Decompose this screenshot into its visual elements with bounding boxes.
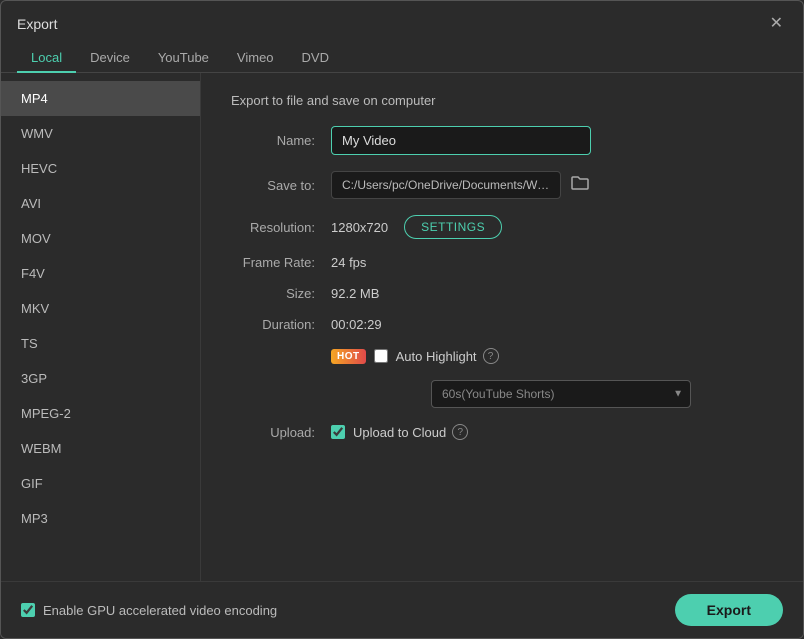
- sidebar-item-mkv[interactable]: MKV: [1, 291, 200, 326]
- duration-label: Duration:: [231, 317, 331, 332]
- tab-dvd[interactable]: DVD: [288, 44, 343, 73]
- size-label: Size:: [231, 286, 331, 301]
- tab-bar: Local Device YouTube Vimeo DVD: [1, 37, 803, 73]
- resolution-row: Resolution: 1280x720 SETTINGS: [231, 215, 773, 239]
- name-input[interactable]: [331, 126, 591, 155]
- dialog-title: Export: [17, 16, 57, 32]
- shorts-duration-select[interactable]: 60s(YouTube Shorts) 30s 15s: [431, 380, 691, 408]
- auto-highlight-text: Auto Highlight: [396, 349, 477, 364]
- sidebar-item-gif[interactable]: GIF: [1, 466, 200, 501]
- auto-highlight-help-icon[interactable]: ?: [483, 348, 499, 364]
- export-dialog: Export ✕ Local Device YouTube Vimeo DVD …: [0, 0, 804, 639]
- auto-highlight-checkbox[interactable]: [374, 349, 388, 363]
- sidebar-item-mp3[interactable]: MP3: [1, 501, 200, 536]
- auto-highlight-control: HOT Auto Highlight ?: [331, 348, 773, 364]
- upload-cloud-checkbox[interactable]: [331, 425, 345, 439]
- right-panel: Export to file and save on computer Name…: [201, 73, 803, 581]
- frame-rate-control: 24 fps: [331, 255, 773, 270]
- save-to-label: Save to:: [231, 178, 331, 193]
- resolution-control: 1280x720 SETTINGS: [331, 215, 773, 239]
- sidebar-item-mp4[interactable]: MP4: [1, 81, 200, 116]
- upload-cloud-help-icon[interactable]: ?: [452, 424, 468, 440]
- resolution-value: 1280x720: [331, 220, 388, 235]
- sidebar-item-webm[interactable]: WEBM: [1, 431, 200, 466]
- sidebar-item-3gp[interactable]: 3GP: [1, 361, 200, 396]
- tab-vimeo[interactable]: Vimeo: [223, 44, 288, 73]
- upload-label: Upload:: [231, 425, 331, 440]
- sidebar-item-f4v[interactable]: F4V: [1, 256, 200, 291]
- size-row: Size: 92.2 MB: [231, 286, 773, 301]
- name-control: [331, 126, 773, 155]
- main-content: MP4 WMV HEVC AVI MOV F4V MKV TS 3GP MPEG…: [1, 73, 803, 581]
- gpu-checkbox[interactable]: [21, 603, 35, 617]
- settings-button[interactable]: SETTINGS: [404, 215, 502, 239]
- upload-cloud-checkbox-label[interactable]: Upload to Cloud: [331, 425, 446, 440]
- resolution-label: Resolution:: [231, 220, 331, 235]
- upload-cloud-text: Upload to Cloud: [353, 425, 446, 440]
- export-button[interactable]: Export: [675, 594, 783, 626]
- sidebar-item-mpeg2[interactable]: MPEG-2: [1, 396, 200, 431]
- frame-rate-row: Frame Rate: 24 fps: [231, 255, 773, 270]
- format-sidebar: MP4 WMV HEVC AVI MOV F4V MKV TS 3GP MPEG…: [1, 73, 201, 581]
- sidebar-item-wmv[interactable]: WMV: [1, 116, 200, 151]
- name-label: Name:: [231, 133, 331, 148]
- frame-rate-label: Frame Rate:: [231, 255, 331, 270]
- shorts-dropdown-wrapper: 60s(YouTube Shorts) 30s 15s ▼: [431, 380, 691, 408]
- tab-local[interactable]: Local: [17, 44, 76, 73]
- duration-value: 00:02:29: [331, 317, 382, 332]
- hot-badge: HOT: [331, 349, 366, 364]
- duration-control: 00:02:29: [331, 317, 773, 332]
- save-path-display: C:/Users/pc/OneDrive/Documents/Wond: [331, 171, 561, 199]
- sidebar-item-hevc[interactable]: HEVC: [1, 151, 200, 186]
- gpu-checkbox-label[interactable]: Enable GPU accelerated video encoding: [21, 603, 277, 618]
- title-bar: Export ✕: [1, 1, 803, 37]
- tab-device[interactable]: Device: [76, 44, 144, 73]
- close-button[interactable]: ✕: [766, 14, 787, 34]
- bottom-bar: Enable GPU accelerated video encoding Ex…: [1, 581, 803, 638]
- sidebar-item-mov[interactable]: MOV: [1, 221, 200, 256]
- frame-rate-value: 24 fps: [331, 255, 366, 270]
- browse-folder-button[interactable]: [569, 173, 591, 198]
- tab-youtube[interactable]: YouTube: [144, 44, 223, 73]
- section-title: Export to file and save on computer: [231, 93, 773, 108]
- upload-row: Upload: Upload to Cloud ?: [231, 424, 773, 440]
- save-to-control: C:/Users/pc/OneDrive/Documents/Wond: [331, 171, 773, 199]
- gpu-label-text: Enable GPU accelerated video encoding: [43, 603, 277, 618]
- size-control: 92.2 MB: [331, 286, 773, 301]
- auto-highlight-row: HOT Auto Highlight ?: [231, 348, 773, 364]
- sidebar-item-avi[interactable]: AVI: [1, 186, 200, 221]
- upload-control: Upload to Cloud ?: [331, 424, 773, 440]
- name-row: Name:: [231, 126, 773, 155]
- auto-highlight-checkbox-label[interactable]: Auto Highlight: [374, 349, 477, 364]
- size-value: 92.2 MB: [331, 286, 379, 301]
- shorts-dropdown-row: 60s(YouTube Shorts) 30s 15s ▼: [231, 380, 773, 408]
- sidebar-item-ts[interactable]: TS: [1, 326, 200, 361]
- duration-row: Duration: 00:02:29: [231, 317, 773, 332]
- save-to-row: Save to: C:/Users/pc/OneDrive/Documents/…: [231, 171, 773, 199]
